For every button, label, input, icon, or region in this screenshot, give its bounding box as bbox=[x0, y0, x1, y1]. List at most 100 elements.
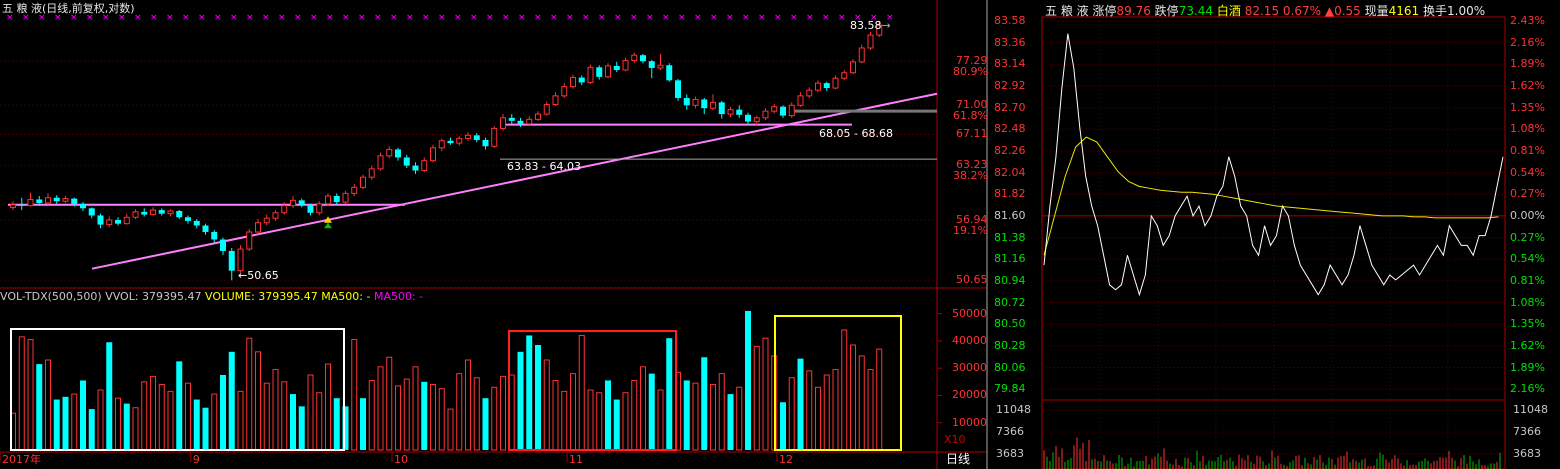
candle-body bbox=[167, 210, 174, 215]
candle-body bbox=[517, 120, 524, 124]
price-axis-label: 67.11 bbox=[956, 127, 988, 141]
date-axis-label: 12 bbox=[779, 453, 793, 466]
volume-bar bbox=[360, 398, 366, 450]
volume-bar bbox=[578, 334, 585, 451]
candle-body bbox=[421, 160, 428, 172]
volume-bar bbox=[535, 345, 541, 450]
turnover-label: 换手 bbox=[1423, 4, 1448, 18]
volume-unit: X10 bbox=[944, 433, 966, 446]
signal-marker: × bbox=[422, 13, 430, 23]
candle-body bbox=[246, 231, 253, 250]
period-button[interactable]: 日线 bbox=[946, 453, 970, 465]
volume-bar bbox=[613, 399, 620, 450]
candle-body bbox=[88, 208, 95, 216]
candle-body bbox=[736, 109, 743, 115]
candle-body bbox=[27, 198, 34, 207]
volume-bar bbox=[841, 329, 848, 451]
intraday-price-label: 83.36 bbox=[994, 35, 1026, 49]
candle-body bbox=[438, 140, 445, 149]
candle-body bbox=[360, 176, 366, 188]
signal-icon bbox=[324, 222, 332, 229]
candle-body bbox=[333, 195, 340, 203]
volume-bar bbox=[27, 339, 34, 451]
volume-bar bbox=[806, 370, 813, 451]
signal-marker: × bbox=[582, 13, 590, 23]
volume-bar bbox=[386, 356, 393, 451]
volume-bar bbox=[211, 393, 218, 451]
candle-body bbox=[815, 82, 821, 91]
intraday-chart[interactable] bbox=[990, 0, 1560, 469]
volume-bar bbox=[823, 374, 830, 451]
ma500-value-2: MA500: - bbox=[373, 290, 424, 303]
candle-body bbox=[543, 104, 550, 115]
signal-marker: × bbox=[742, 13, 750, 23]
current-volume-label: 现量 bbox=[1364, 4, 1389, 18]
volume-bar bbox=[456, 373, 463, 451]
candle-body bbox=[771, 106, 778, 112]
volume-bar bbox=[150, 375, 156, 451]
intraday-price-label: 82.48 bbox=[994, 122, 1026, 136]
candle-body bbox=[80, 203, 86, 209]
volume-axis-label: 10000 bbox=[952, 415, 987, 429]
volume-bar bbox=[403, 378, 410, 451]
intraday-percent-label: 1.35% bbox=[1510, 317, 1545, 331]
volume-bar bbox=[552, 379, 559, 451]
candle-body bbox=[290, 199, 296, 207]
volume-bar bbox=[526, 335, 533, 450]
candle-body bbox=[150, 209, 156, 216]
volume-bar bbox=[701, 357, 708, 450]
intraday-price-label: 83.14 bbox=[994, 57, 1026, 71]
signal-marker: × bbox=[678, 13, 686, 23]
signal-marker: × bbox=[230, 13, 238, 23]
volume-bar bbox=[377, 366, 384, 451]
volume-bar bbox=[220, 375, 226, 450]
candle-body bbox=[640, 55, 646, 62]
volume-bar bbox=[368, 379, 375, 451]
volume-bar bbox=[788, 377, 795, 451]
candle-body bbox=[281, 205, 288, 214]
kline-panel[interactable]: × × × × × × × × × × × × × × × × × × × × × × × × × × × × × × × × × × × × × × × ×… bbox=[0, 0, 988, 469]
signal-marker: × bbox=[278, 13, 286, 23]
volume-bar bbox=[631, 379, 638, 451]
candle-body bbox=[298, 200, 305, 206]
intraday-percent-label: 1.89% bbox=[1510, 360, 1545, 374]
volume-bar bbox=[858, 355, 865, 451]
intraday-stock-name: 五 粮 液 bbox=[1045, 4, 1089, 18]
intraday-panel[interactable]: 五 粮 液 涨停89.76 跌停73.44 白酒 82.15 0.67% ▲0.… bbox=[990, 0, 1560, 469]
kline-chart[interactable]: × × × × × × × × × × × × × × × × × × × × × × × × × × × × × × × × × × × × × × × ×… bbox=[0, 0, 988, 469]
intraday-percent-label: 1.08% bbox=[1510, 295, 1545, 309]
candle-body bbox=[307, 205, 314, 213]
date-axis-label: 11 bbox=[569, 453, 583, 466]
candle-body bbox=[53, 197, 60, 202]
volume-bar bbox=[640, 366, 646, 451]
volume-axis-label: 40000 bbox=[952, 333, 987, 347]
high-price-label: 83.58→ bbox=[850, 20, 891, 32]
candle-body bbox=[403, 157, 410, 166]
signal-marker: × bbox=[614, 13, 622, 23]
intraday-price-label: 80.94 bbox=[994, 273, 1026, 287]
sector-label[interactable]: 白酒 bbox=[1217, 4, 1241, 18]
candle-body bbox=[718, 102, 725, 115]
intraday-percent-label: 1.62% bbox=[1510, 338, 1545, 352]
signal-marker: × bbox=[198, 13, 206, 23]
intraday-price-label: 80.06 bbox=[994, 360, 1026, 374]
signal-marker: × bbox=[246, 13, 254, 23]
candle-body bbox=[115, 220, 121, 224]
volume-bar bbox=[736, 386, 743, 451]
candle-body bbox=[605, 65, 611, 78]
volume-bar bbox=[867, 369, 874, 451]
volume-bar bbox=[141, 381, 148, 451]
candle-body bbox=[683, 98, 690, 106]
candle-body bbox=[806, 89, 813, 97]
date-axis-label: 2017年 bbox=[2, 453, 41, 466]
candle-body bbox=[412, 165, 419, 171]
candle-body bbox=[263, 217, 270, 224]
signal-marker: × bbox=[406, 13, 414, 23]
candle-body bbox=[237, 248, 244, 272]
signal-marker: × bbox=[838, 13, 846, 23]
signal-marker: × bbox=[662, 13, 670, 23]
zone1-label: 63.83 - 64.03 bbox=[507, 160, 581, 173]
candle-body bbox=[342, 192, 349, 203]
signal-marker: × bbox=[534, 13, 542, 23]
volume-axis-label: 50000 bbox=[952, 306, 987, 320]
